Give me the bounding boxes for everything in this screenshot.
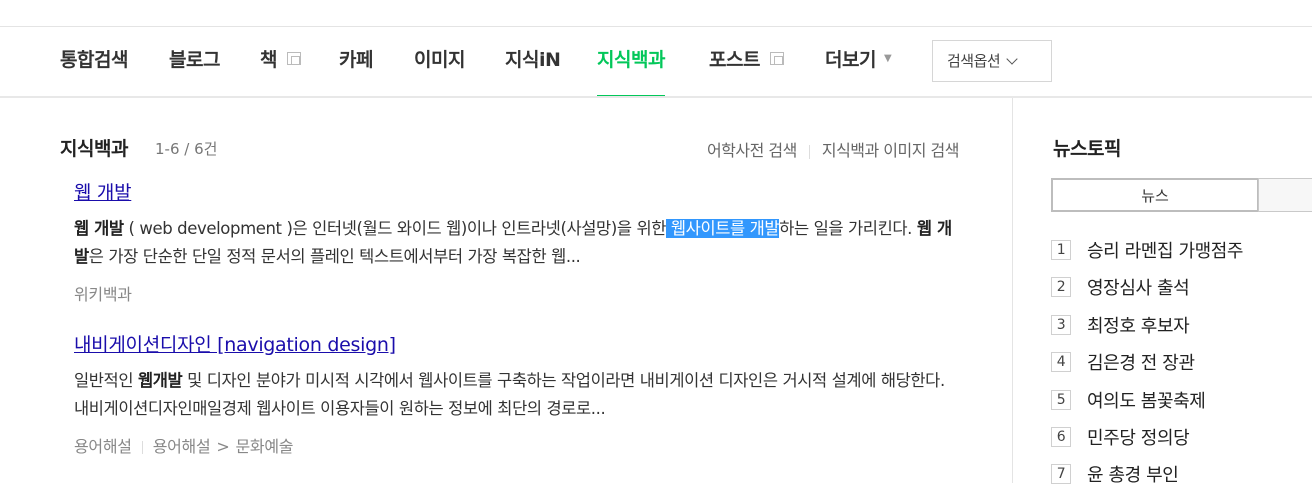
text-selection: 웹사이트를 개발: [666, 219, 780, 238]
caret-down-icon: ▼: [883, 53, 892, 64]
news-rank-item[interactable]: 1 승리 라멘집 가맹점주: [1051, 237, 1243, 267]
tab-bar-divider: [0, 96, 1312, 98]
breadcrumb-arrow-icon: >: [216, 437, 230, 456]
news-rank-item[interactable]: 3 최정호 후보자: [1051, 312, 1190, 342]
source-link[interactable]: 위키백과: [74, 285, 132, 304]
result-title-link[interactable]: 웹 개발: [74, 182, 132, 204]
result-count: 1-6 / 6건: [155, 140, 218, 158]
tab-integrated-search[interactable]: 통합검색: [60, 27, 128, 97]
result-item: 웹 개발 웹 개발 ( web development )은 인터넷(월드 와이…: [74, 178, 960, 305]
sidebar-divider: [1012, 98, 1013, 483]
tab-book[interactable]: 책: [260, 27, 301, 97]
tab-image[interactable]: 이미지: [414, 27, 465, 97]
tab-more[interactable]: 더보기 ▼: [825, 27, 892, 97]
result-source: 용어해설 용어해설 > 문화예술: [74, 433, 960, 457]
result-description: 웹 개발 ( web development )은 인터넷(월드 와이드 웹)이…: [74, 219, 952, 266]
section-links: 어학사전 검색 지식백과 이미지 검색: [707, 137, 960, 161]
category-link[interactable]: 용어해설: [153, 437, 211, 456]
news-rank-item[interactable]: 5 여의도 봄꽃축제: [1051, 387, 1206, 417]
news-rank-item[interactable]: 2 영장심사 출석: [1051, 274, 1190, 304]
result-item: 내비게이션디자인 [navigation design] 일반적인 웹개발 및 …: [74, 330, 960, 457]
tab-news[interactable]: 뉴스: [1051, 178, 1259, 212]
category-link[interactable]: 문화예술: [235, 437, 293, 456]
link-separator: [808, 144, 810, 159]
news-rank-item[interactable]: 7윤 총경 부인: [1051, 461, 1179, 491]
source-link[interactable]: 용어해설: [74, 437, 132, 456]
dictionary-search-link[interactable]: 어학사전 검색: [707, 141, 797, 160]
encyclopedia-image-search-link[interactable]: 지식백과 이미지 검색: [822, 141, 960, 160]
news-rank-item[interactable]: 4 김은경 전 장관: [1051, 349, 1195, 379]
tab-blog[interactable]: 블로그: [169, 27, 220, 97]
external-link-icon: [769, 52, 784, 65]
source-separator: [141, 441, 143, 454]
section-title: 지식백과: [60, 138, 128, 160]
chevron-down-icon: [1006, 53, 1018, 65]
result-source: 위키백과: [74, 281, 960, 305]
search-tab-bar: 통합검색 블로그 책 카페 이미지 지식iN 지식백과 포스트 더보기 ▼ 검색옵…: [0, 27, 1312, 98]
result-title-link[interactable]: 내비게이션디자인 [navigation design]: [74, 334, 396, 356]
tab-post[interactable]: 포스트: [709, 27, 784, 97]
search-options-button[interactable]: 검색옵션: [932, 40, 1052, 82]
tab-news-secondary[interactable]: [1258, 178, 1312, 212]
result-description: 일반적인 웹개발 및 디자인 분야가 미시적 시각에서 웹사이트를 구축하는 작…: [74, 371, 945, 418]
tab-cafe[interactable]: 카페: [339, 27, 373, 97]
external-link-icon: [286, 52, 301, 65]
tab-encyclopedia[interactable]: 지식백과: [597, 27, 665, 98]
news-topic-title: 뉴스토픽: [1053, 138, 1121, 160]
tab-kin[interactable]: 지식iN: [505, 27, 561, 97]
news-rank-item[interactable]: 6 민주당 정의당: [1051, 424, 1190, 454]
